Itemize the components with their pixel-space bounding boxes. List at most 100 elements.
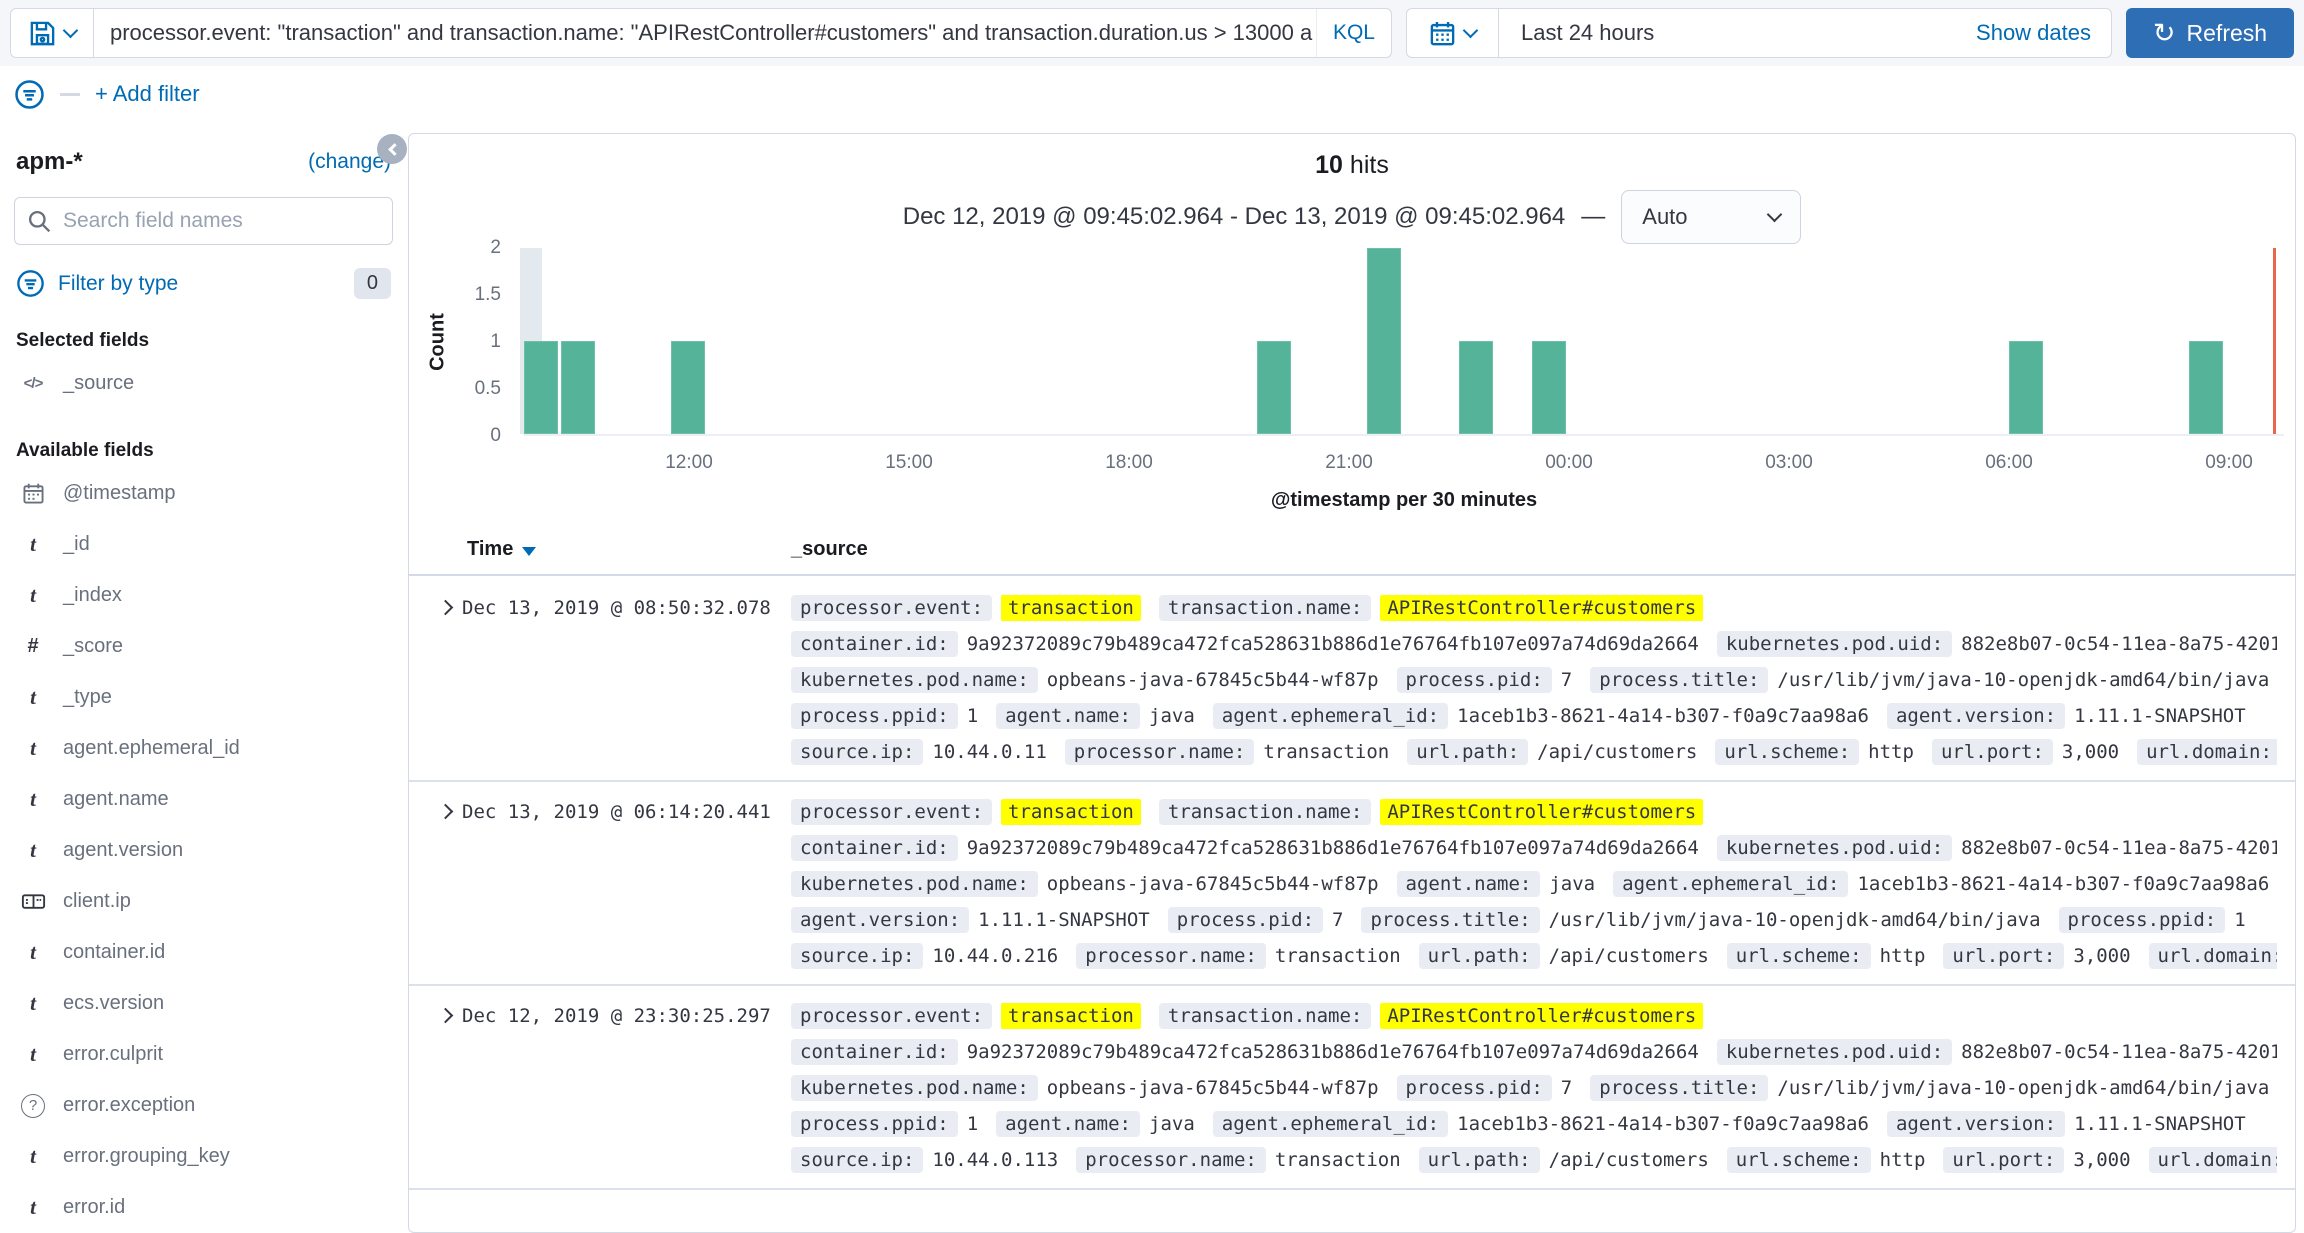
string-type-icon: t [18,1042,48,1067]
row-source-cell: processor.event:transactiontransaction.n… [791,590,2295,770]
field-value: http [1880,945,1926,967]
highlighted-field-value: APIRestController#customers [1380,595,1703,621]
field-value: 1aceb1b3-8621-4a14-b307-f0a9c7aa98a6 [1857,873,2269,895]
field-item-@timestamp[interactable]: @timestamp [14,468,393,519]
chevron-down-icon [1463,23,1479,39]
sort-desc-icon [522,547,536,556]
field-value: transaction [1275,1149,1401,1171]
field-key-badge: agent.name: [996,1111,1140,1137]
selected-fields-heading: Selected fields [14,330,393,352]
field-item-error.grouping_key[interactable]: terror.grouping_key [14,1131,393,1182]
field-item-client.ip[interactable]: client.ip [14,876,393,927]
time-range-value[interactable]: Last 24 hours [1521,20,1654,46]
field-search-input[interactable]: Search field names [14,197,393,245]
field-value: 1aceb1b3-8621-4a14-b307-f0a9c7aa98a6 [1457,1113,1869,1135]
column-header-time[interactable]: Time [467,538,536,561]
field-value: 3,000 [2062,741,2119,763]
field-name-label: container.id [63,941,165,964]
field-key-badge: url.port: [1943,943,2064,969]
expand-row-button[interactable] [409,998,462,1178]
y-tick-label: 2 [490,237,501,259]
string-type-icon: t [18,991,48,1016]
field-key-badge: processor.name: [1065,739,1255,765]
field-item-error.id[interactable]: terror.id [14,1182,393,1233]
field-item-_id[interactable]: t_id [14,519,393,570]
chart-range-line: Dec 12, 2019 @ 09:45:02.964 - Dec 13, 20… [409,190,2295,244]
histogram-bar[interactable] [1367,248,1401,434]
field-item-agent.ephemeral_id[interactable]: tagent.ephemeral_id [14,723,393,774]
filter-by-type-count-badge: 0 [354,268,391,299]
histogram-bar[interactable] [1459,341,1493,434]
row-source-cell: processor.event:transactiontransaction.n… [791,998,2295,1178]
field-item-error.exception[interactable]: ?error.exception [14,1080,393,1131]
string-type-icon: t [18,532,48,557]
expand-row-button[interactable] [409,794,462,974]
filter-by-type-link[interactable]: Filter by type [58,272,178,296]
filter-icon[interactable] [14,79,45,110]
source-line: source.ip:10.44.0.11processor.name:trans… [791,734,2277,770]
field-key-badge: url.scheme: [1727,943,1871,969]
field-key-badge: processor.event: [791,799,992,825]
histogram-bar[interactable] [671,341,705,434]
field-key-badge: url.scheme: [1715,739,1859,765]
histogram-bar[interactable] [524,341,558,434]
histogram-bar[interactable] [561,341,595,434]
number-type-icon: # [18,635,48,658]
add-filter-link[interactable]: + Add filter [95,81,200,107]
histogram-bar[interactable] [2189,341,2223,434]
field-key-badge: transaction.name: [1159,799,1371,825]
query-input[interactable]: processor.event: "transaction" and trans… [94,8,1392,58]
field-value: java [1549,873,1595,895]
table-row: Dec 13, 2019 @ 08:50:32.078processor.eve… [409,578,2295,782]
expand-row-button[interactable] [409,590,462,770]
collapse-sidebar-button[interactable] [377,134,407,164]
hits-count: 10 [1315,151,1343,179]
field-key-badge: url.port: [1943,1147,2064,1173]
x-axis-title: @timestamp per 30 minutes [524,489,2284,512]
chevron-right-icon [438,1008,454,1024]
saved-query-button[interactable] [10,8,94,58]
source-line: processor.event:transactiontransaction.n… [791,998,2277,1034]
field-key-badge: source.ip: [791,739,923,765]
field-item-error.culprit[interactable]: terror.culprit [14,1029,393,1080]
histogram-bar[interactable] [2009,341,2043,434]
field-key-badge: processor.event: [791,595,992,621]
query-language-badge[interactable]: KQL [1316,9,1391,57]
show-dates-link[interactable]: Show dates [1976,20,2091,46]
field-item-container.id[interactable]: tcontainer.id [14,927,393,978]
field-name-label: _index [63,584,122,607]
histogram-bar[interactable] [1257,341,1291,434]
histogram-bar[interactable] [1532,341,1566,434]
field-value: /usr/lib/jvm/java-10-openjdk-amd64/bin/j… [1777,669,2269,691]
refresh-button[interactable]: ↻ Refresh [2126,8,2294,58]
row-time-cell: Dec 12, 2019 @ 23:30:25.297 [462,998,791,1178]
field-item-agent.name[interactable]: tagent.name [14,774,393,825]
field-item-_type[interactable]: t_type [14,672,393,723]
interval-select[interactable]: Auto [1621,190,1801,244]
source-line: processor.event:transactiontransaction.n… [791,794,2277,830]
x-tick-label: 09:00 [2205,452,2253,474]
source-line: container.id:9a92372089c79b489ca472fca52… [791,830,2277,866]
field-name-label: _score [63,635,123,658]
field-item-_index[interactable]: t_index [14,570,393,621]
row-time-cell: Dec 13, 2019 @ 08:50:32.078 [462,590,791,770]
histogram-plot[interactable] [524,248,2284,436]
field-item-_source[interactable]: </>_source [14,358,393,409]
hits-label: hits [1350,151,1389,179]
field-key-badge: container.id: [791,835,958,861]
x-tick-label: 03:00 [1765,452,1813,474]
time-column-label: Time [467,538,513,561]
field-value: 9a92372089c79b489ca472fca528631b886d1e76… [967,633,1699,655]
field-name-label: @timestamp [63,482,176,505]
fields-sidebar: apm-* (change) Search field names Filter… [0,130,407,1192]
field-value: 10.44.0.216 [932,945,1058,967]
source-type-icon: </> [18,375,48,392]
table-row: Dec 13, 2019 @ 06:14:20.441processor.eve… [409,782,2295,986]
field-key-badge: agent.version: [1887,1111,2065,1137]
field-key-badge: agent.ephemeral_id: [1213,1111,1448,1137]
field-item-ecs.version[interactable]: tecs.version [14,978,393,1029]
field-item-agent.version[interactable]: tagent.version [14,825,393,876]
calendar-button[interactable] [1407,9,1499,57]
field-item-_score[interactable]: # _score [14,621,393,672]
current-time-marker [2273,248,2276,434]
